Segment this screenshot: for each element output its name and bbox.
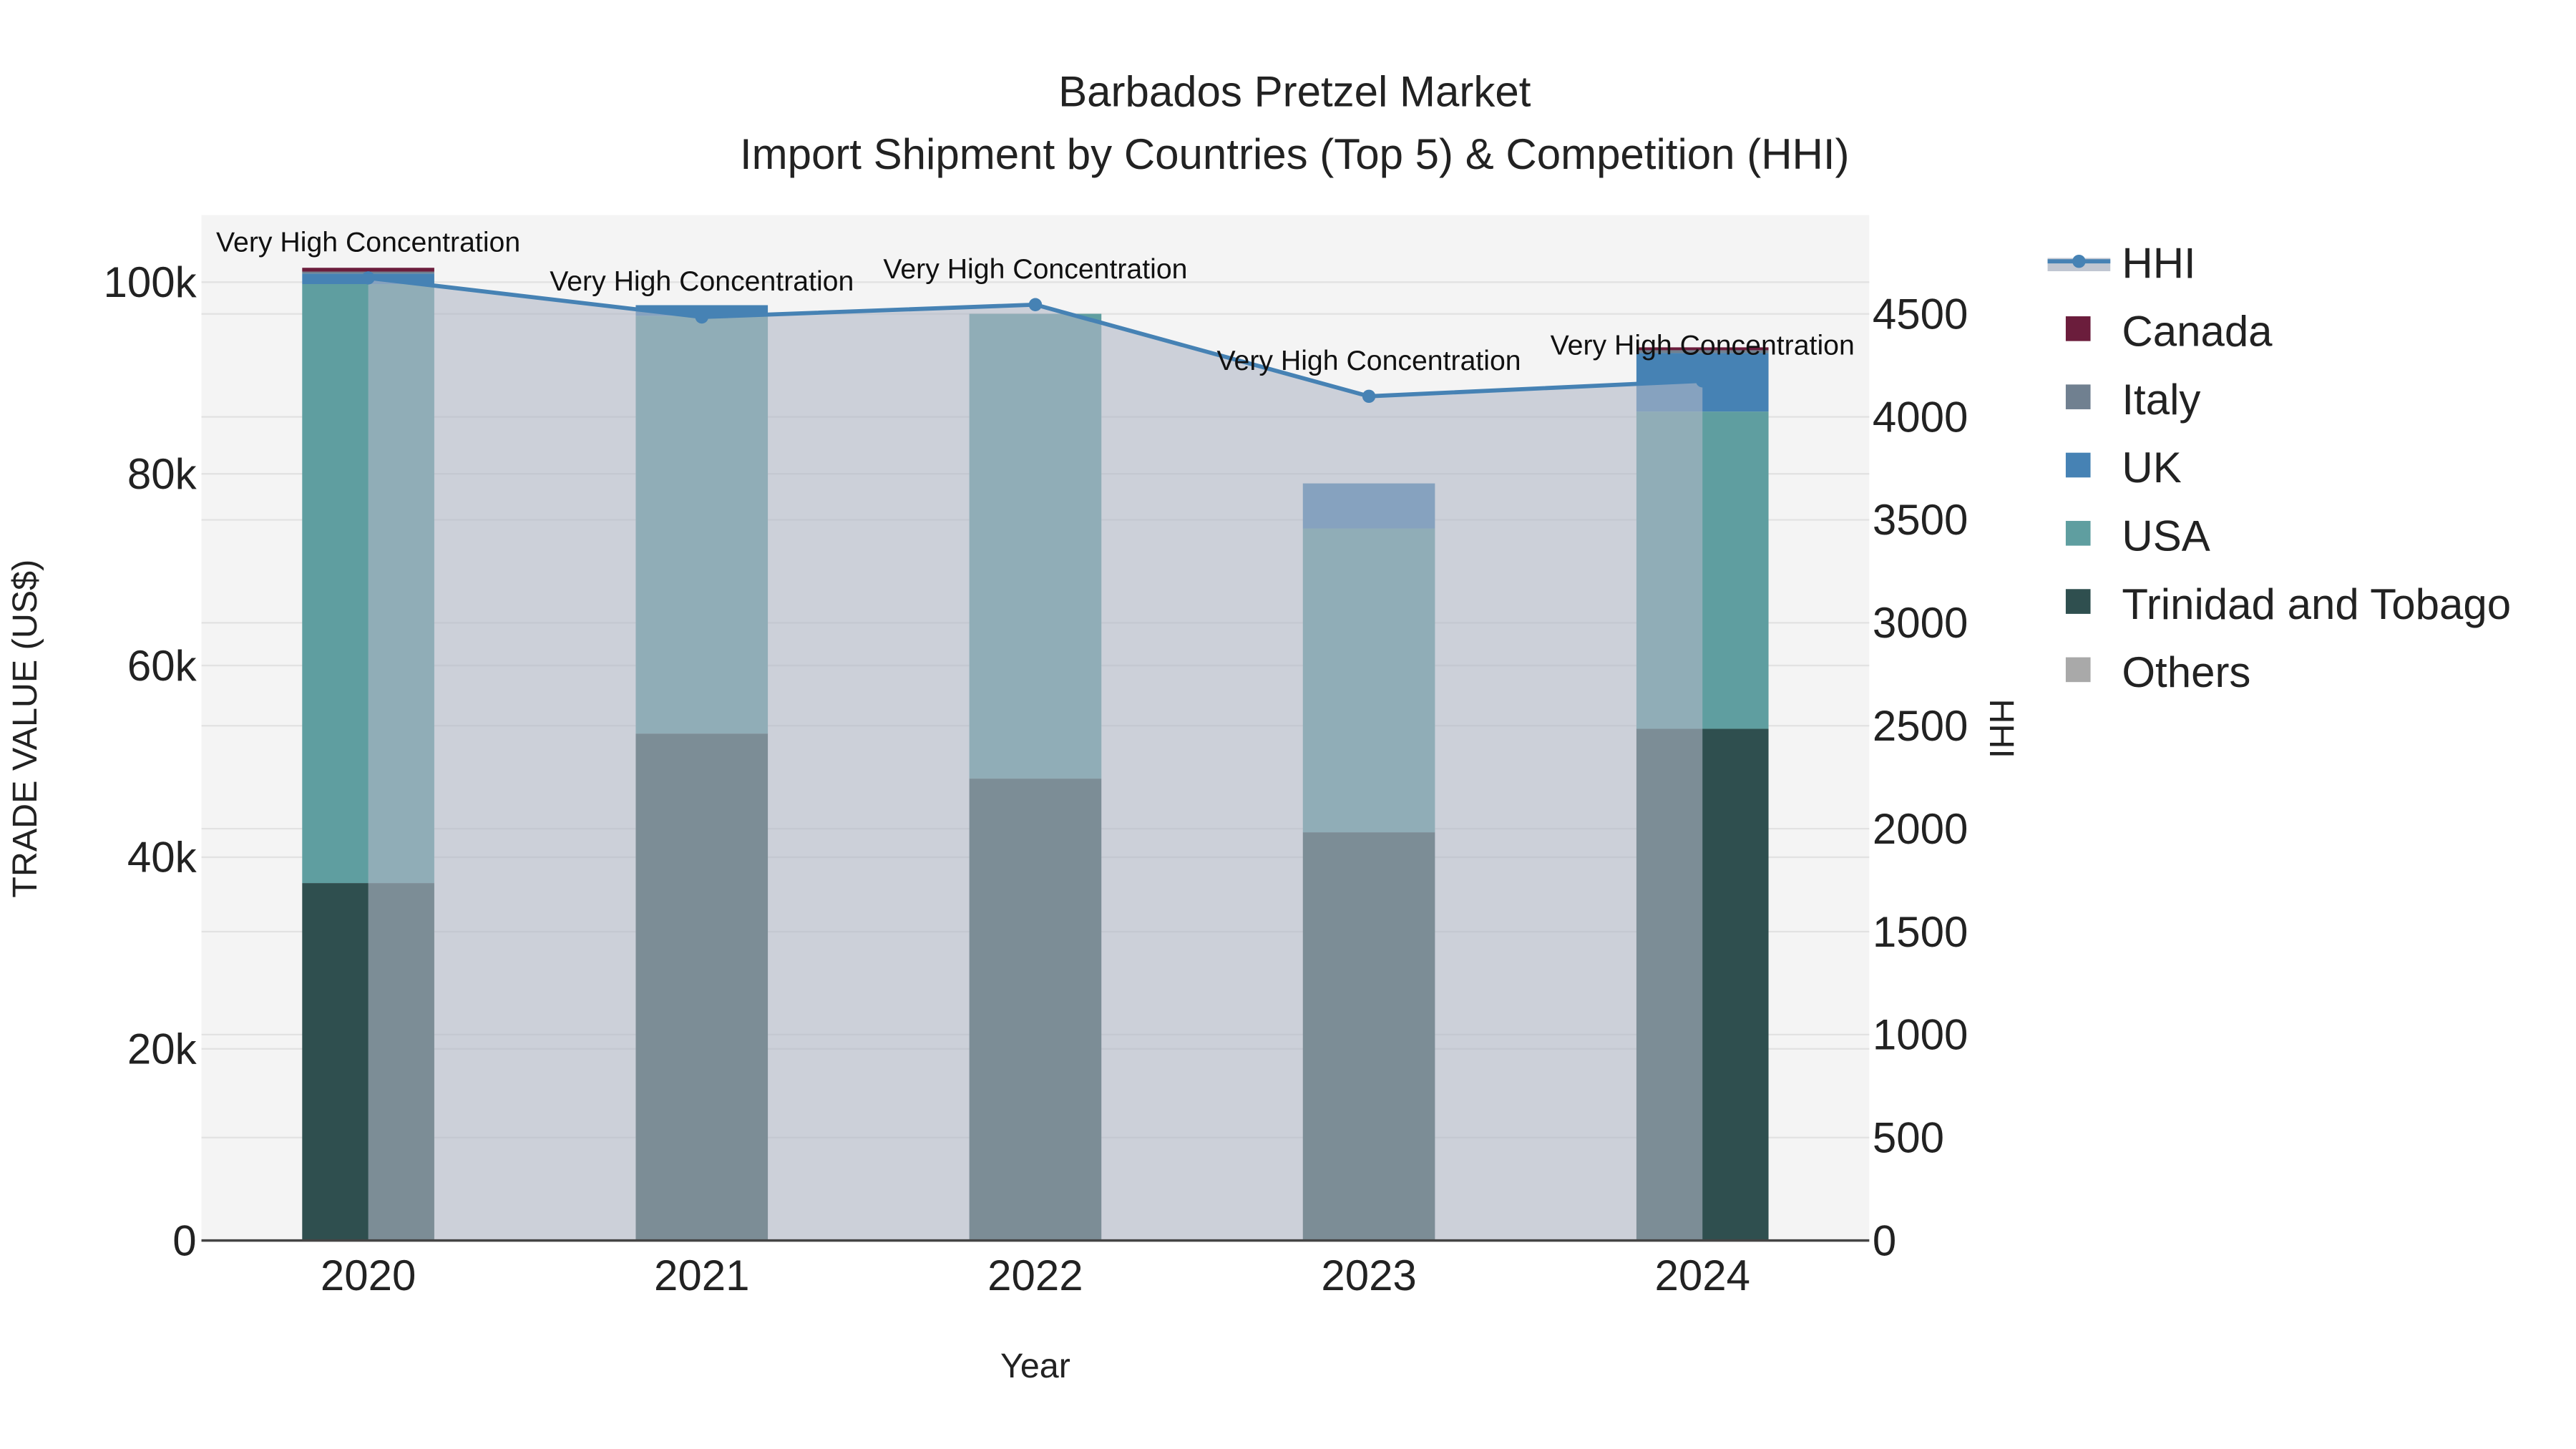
legend-swatch <box>2065 589 2091 614</box>
hhi-point <box>1696 374 1709 388</box>
y2-tick-label: 2000 <box>1873 805 1968 853</box>
legend-label: HHI <box>2122 239 2195 287</box>
legend-label: UK <box>2122 444 2181 492</box>
y2-tick-label: 500 <box>1873 1114 1944 1162</box>
y-tick-label: 40k <box>127 834 197 882</box>
hhi-area <box>368 278 1703 1241</box>
y2-tick-label: 2500 <box>1873 702 1968 750</box>
chart-title-line2: Import Shipment by Countries (Top 5) & C… <box>740 130 1850 178</box>
x-tick-label: 2020 <box>321 1252 416 1299</box>
y2-tick-label: 1000 <box>1873 1011 1968 1059</box>
legend-label: USA <box>2122 512 2210 560</box>
legend-label: Trinidad and Tobago <box>2122 580 2511 628</box>
hhi-point <box>1362 389 1376 404</box>
x-tick-label: 2024 <box>1654 1252 1750 1299</box>
hhi-point <box>695 310 708 324</box>
y2-tick-label: 0 <box>1873 1216 1896 1264</box>
y2-tick-label: 4500 <box>1873 290 1968 338</box>
legend-swatch <box>2065 452 2091 478</box>
x-tick-label: 2023 <box>1321 1252 1416 1299</box>
legend-swatch <box>2065 384 2091 409</box>
legend-label: Italy <box>2122 376 2200 424</box>
legend-swatch <box>2065 316 2091 341</box>
legend-swatch <box>2065 520 2091 546</box>
hhi-point <box>1028 298 1043 311</box>
x-tick-label: 2021 <box>654 1252 749 1299</box>
hhi-annotation: Very High Concentration <box>1551 329 1855 361</box>
x-axis-label: Year <box>1000 1347 1070 1385</box>
legend-swatch-hhi-marker <box>2072 254 2086 268</box>
y-tick-label: 80k <box>127 450 197 498</box>
chart: Barbados Pretzel Market Import Shipment … <box>0 0 2576 1449</box>
y2-tick-label: 1500 <box>1873 908 1968 956</box>
hhi-annotation: Very High Concentration <box>1217 345 1521 376</box>
y-tick-label: 60k <box>127 642 197 690</box>
y-tick-label: 0 <box>172 1216 196 1264</box>
y2-tick-label: 4000 <box>1873 393 1968 441</box>
hhi-point <box>361 271 375 285</box>
legend-swatch <box>2065 657 2091 683</box>
bar-canada <box>302 268 434 272</box>
hhi-annotation: Very High Concentration <box>883 253 1187 285</box>
y-tick-label: 20k <box>127 1025 197 1073</box>
y2-tick-label: 3000 <box>1873 599 1968 647</box>
hhi-annotation: Very High Concentration <box>216 226 520 258</box>
x-tick-label: 2022 <box>987 1252 1083 1299</box>
legend-label: Others <box>2122 648 2250 696</box>
y-axis-label: TRADE VALUE (US$) <box>6 560 44 898</box>
y2-tick-label: 3500 <box>1873 496 1968 544</box>
legend-label: Canada <box>2122 308 2273 356</box>
y2-axis-label: HHI <box>1982 699 2021 758</box>
y-tick-label: 100k <box>104 258 197 306</box>
hhi-annotation: Very High Concentration <box>550 265 854 297</box>
chart-title-line1: Barbados Pretzel Market <box>1058 67 1531 115</box>
